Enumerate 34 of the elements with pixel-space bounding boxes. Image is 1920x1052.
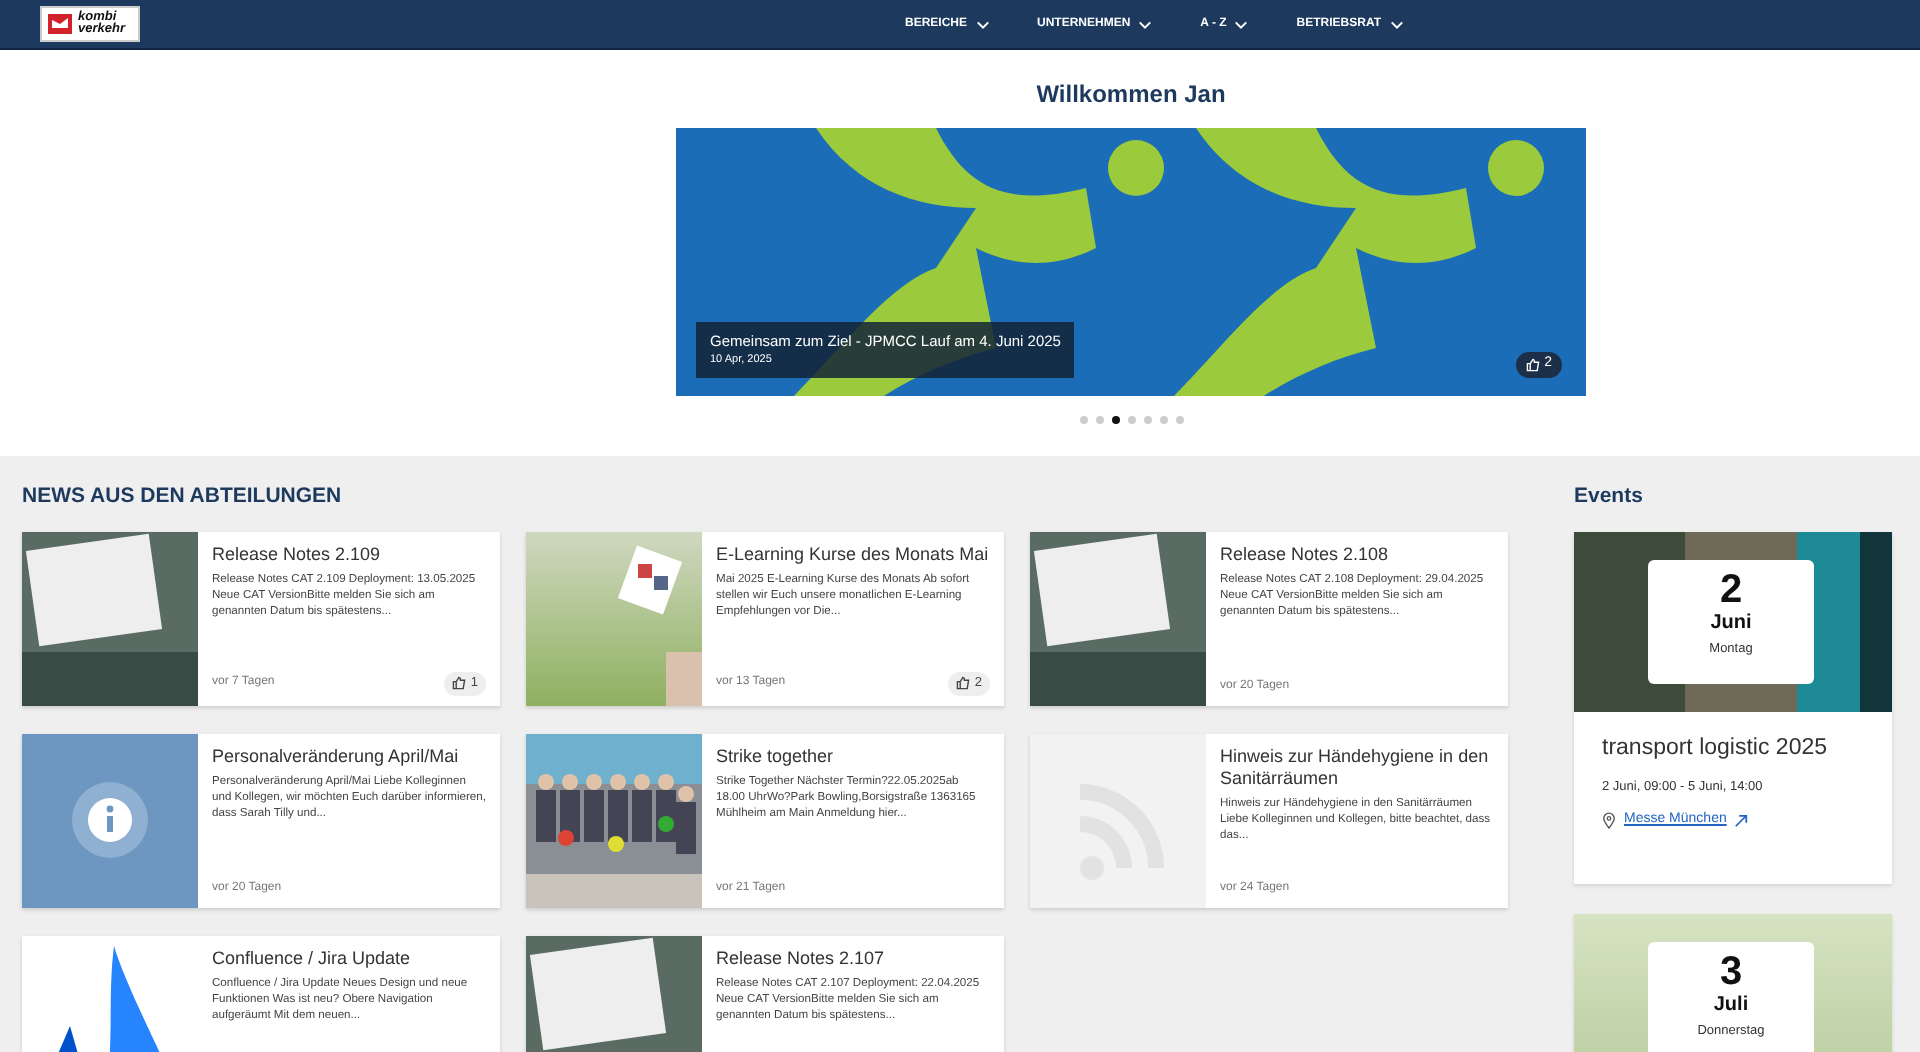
carousel-dot[interactable] [1127, 416, 1135, 424]
chevron-down-icon [975, 17, 989, 31]
carousel-dot[interactable] [1095, 416, 1103, 424]
logo-icon [46, 10, 74, 38]
news-title[interactable]: Release Notes 2.108 [1220, 543, 1494, 566]
news-title[interactable]: Release Notes 2.109 [212, 543, 486, 566]
news-title[interactable]: E-Learning Kurse des Monats Mai [716, 543, 990, 566]
news-title[interactable]: Personalveränderung April/Mai [212, 745, 486, 768]
carousel-dot[interactable] [1159, 416, 1167, 424]
welcome-heading: Willkommen Jan [1036, 78, 1226, 112]
news-title[interactable]: Release Notes 2.107 [716, 947, 990, 970]
event-month: Juli [1711, 993, 1751, 1018]
thumbs-up-icon [956, 676, 971, 691]
section-heading: Events [1574, 484, 1645, 510]
news-title[interactable]: Confluence / Jira Update [212, 947, 486, 970]
event-day: 2 [1648, 567, 1814, 612]
location-pin-icon [1602, 811, 1616, 830]
carousel-dot[interactable] [1079, 416, 1087, 424]
thumbs-up-icon [1526, 357, 1541, 372]
external-link-icon [1734, 813, 1749, 828]
news-title[interactable]: Hinweis zur Händehygiene in den Sanitärräumen [1220, 745, 1494, 790]
chevron-down-icon [1389, 17, 1404, 31]
carousel-dot[interactable] [1143, 416, 1151, 424]
event-month: Juni [1708, 611, 1754, 636]
thumbs-up-icon [452, 676, 467, 691]
news-title[interactable]: Strike together [716, 745, 990, 768]
carousel-dot[interactable] [1175, 416, 1183, 424]
info-icon [72, 782, 148, 859]
chevron-down-icon [1138, 17, 1153, 31]
event-title[interactable]: transport logistic 2025 [1602, 735, 1864, 763]
chevron-down-icon [1234, 17, 1249, 31]
event-day: 3 [1648, 949, 1814, 994]
carousel-dot[interactable] [1111, 416, 1119, 424]
section-heading: NEWS AUS DEN ABTEILUNGEN [22, 484, 344, 510]
